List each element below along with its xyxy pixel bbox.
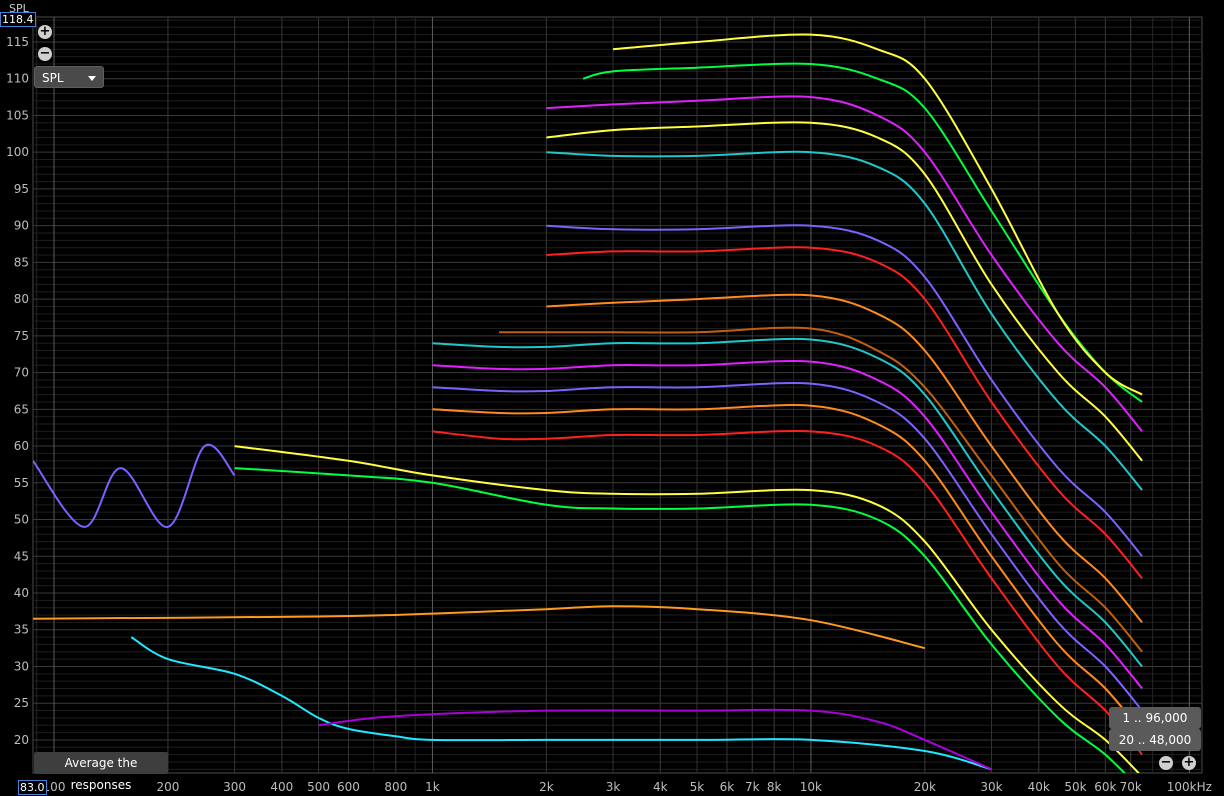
x-tick-label: 3k (606, 780, 621, 794)
y-tick-label: 115 (6, 35, 29, 49)
zoom-in-icon[interactable]: + (38, 25, 52, 39)
range-button-2[interactable]: 20 .. 48,000 (1109, 729, 1201, 751)
y-tick-label: 60 (14, 439, 29, 453)
y-tick-label: 35 (14, 623, 29, 637)
zoom-out-icon[interactable]: − (38, 47, 52, 61)
y-tick-label: 30 (14, 659, 29, 673)
y-max-input[interactable]: 118.4 (0, 12, 36, 27)
x-tick-label: 30k (980, 780, 1002, 794)
chevron-down-icon (88, 76, 96, 81)
x-tick-label: 7k (745, 780, 760, 794)
x-tick-label: 4k (653, 780, 668, 794)
x-tick-label: 100kHz (1167, 780, 1212, 794)
y-tick-label: 70 (14, 366, 29, 380)
y-tick-label: 80 (14, 292, 29, 306)
x-tick-label: 60k (1094, 780, 1116, 794)
y-tick-label: 75 (14, 329, 29, 343)
x-zoom-in-icon[interactable]: + (1182, 756, 1196, 770)
y-tick-label: 45 (14, 549, 29, 563)
y-tick-label: 85 (14, 255, 29, 269)
measurement-type-value: SPL (42, 71, 64, 85)
x-tick-label: 400 (270, 780, 293, 794)
average-responses-button[interactable]: Average the responses (34, 752, 168, 792)
y-tick-label: 50 (14, 513, 29, 527)
y-tick-label: 95 (14, 182, 29, 196)
y-tick-label: 25 (14, 696, 29, 710)
y-tick-label: 110 (6, 72, 29, 86)
y-tick-label: 40 (14, 586, 29, 600)
y-tick-label: 65 (14, 402, 29, 416)
y-tick-label: 105 (6, 108, 29, 122)
spl-frequency-chart: 100 200 300 400 500 600 800 1k 2k 3k 4k 5k 6k 7k 8k 10k… (0, 0, 1224, 794)
x-tick-label: 5k (690, 780, 705, 794)
x-tick-label: 1k (425, 780, 440, 794)
range-button-1[interactable]: 1 .. 96,000 (1109, 707, 1201, 729)
y-tick-label: 20 (14, 733, 29, 747)
x-tick-label: 800 (384, 780, 407, 794)
y-tick-label: 90 (14, 219, 29, 233)
x-tick-label: 6k (720, 780, 735, 794)
x-zoom-out-icon[interactable]: − (1159, 756, 1173, 770)
x-tick-label: 600 (337, 780, 360, 794)
measurement-type-select[interactable]: SPL (34, 66, 104, 88)
y-tick-label: 55 (14, 476, 29, 490)
y-min-input[interactable]: 83.0 (18, 780, 47, 795)
x-tick-label: 40k (1028, 780, 1050, 794)
x-tick-label: 10k (800, 780, 822, 794)
x-tick-label: 50k (1064, 780, 1086, 794)
x-tick-label: 70k (1120, 780, 1142, 794)
x-tick-label: 20k (914, 780, 936, 794)
x-tick-label: 200 (156, 780, 179, 794)
x-tick-label: 8k (767, 780, 782, 794)
x-tick-label: 300 (223, 780, 246, 794)
y-tick-label: 100 (6, 145, 29, 159)
x-tick-label: 2k (539, 780, 554, 794)
x-tick-label: 500 (307, 780, 330, 794)
